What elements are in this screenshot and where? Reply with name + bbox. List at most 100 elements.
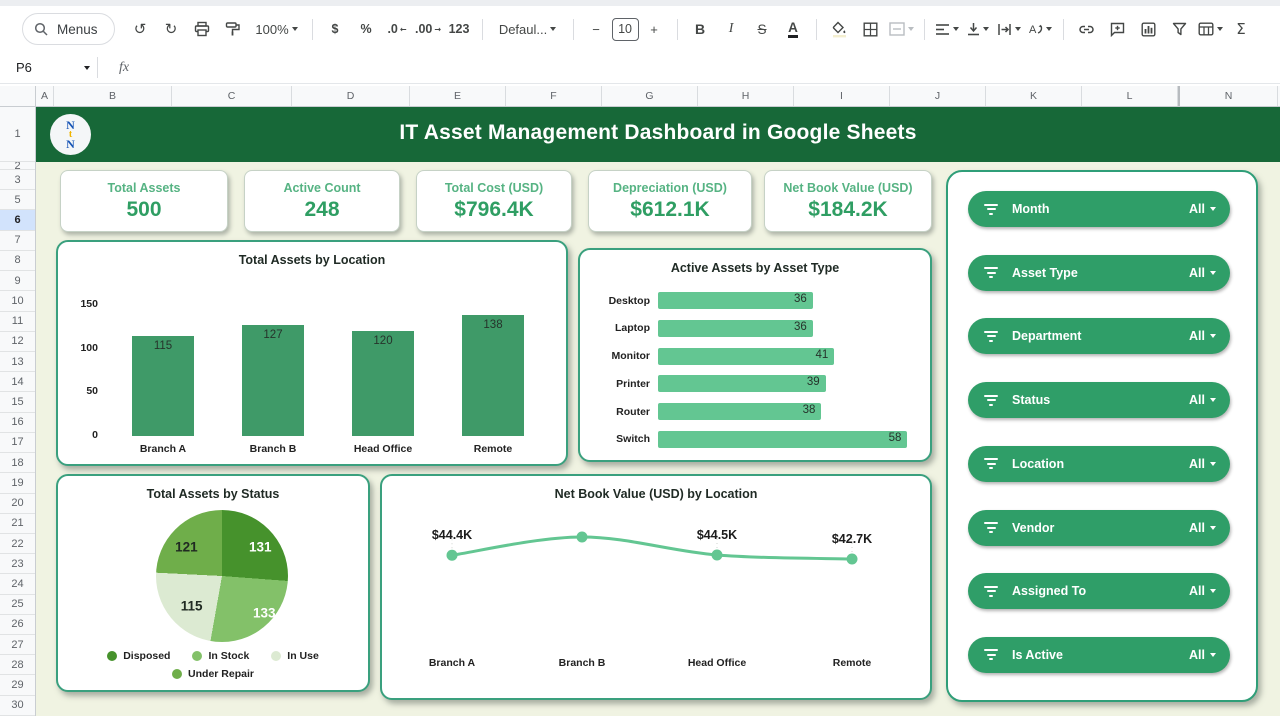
slicer-month[interactable]: MonthAll: [968, 191, 1230, 227]
column-header-a[interactable]: A: [36, 86, 54, 106]
merge-cells-button[interactable]: [886, 15, 917, 43]
slicer-value-dropdown[interactable]: All: [1189, 521, 1216, 535]
row-header-13[interactable]: 13: [0, 352, 35, 372]
slicer-location[interactable]: LocationAll: [968, 446, 1230, 482]
row-header-8[interactable]: 8: [0, 251, 35, 271]
row-header-24[interactable]: 24: [0, 574, 35, 594]
row-header-1[interactable]: 1: [0, 107, 35, 162]
font-select[interactable]: Defaul...: [490, 15, 566, 43]
strikethrough-button[interactable]: S: [747, 15, 778, 43]
column-header-f[interactable]: F: [506, 86, 602, 106]
row-header-27[interactable]: 27: [0, 635, 35, 655]
column-header-i[interactable]: I: [794, 86, 890, 106]
increase-decimal-button[interactable]: .00→: [413, 15, 444, 43]
borders-button[interactable]: [855, 15, 886, 43]
text-color-button[interactable]: A: [778, 15, 809, 43]
slicer-assigned-to[interactable]: Assigned ToAll: [968, 573, 1230, 609]
slicer-value-dropdown[interactable]: All: [1189, 202, 1216, 216]
italic-button[interactable]: I: [716, 15, 747, 43]
row-header-28[interactable]: 28: [0, 655, 35, 675]
vertical-align-button[interactable]: [963, 15, 994, 43]
formula-input[interactable]: [129, 52, 1280, 83]
undo-button[interactable]: ↺: [125, 15, 156, 43]
row-header-22[interactable]: 22: [0, 534, 35, 554]
format-percent-button[interactable]: %: [351, 15, 382, 43]
redo-button[interactable]: ↻: [156, 15, 187, 43]
font-size-input[interactable]: 10: [612, 18, 639, 41]
decrease-decimal-button[interactable]: .0←: [382, 15, 413, 43]
row-header-30[interactable]: 30: [0, 696, 35, 716]
row-header-29[interactable]: 29: [0, 675, 35, 695]
column-header-j[interactable]: J: [890, 86, 986, 106]
create-filter-button[interactable]: [1164, 15, 1195, 43]
decrease-font-size-button[interactable]: −: [581, 15, 612, 43]
row-header-26[interactable]: 26: [0, 615, 35, 635]
row-header-25[interactable]: 25: [0, 595, 35, 615]
column-header-n[interactable]: N: [1178, 86, 1278, 106]
bar-slot: 138: [438, 305, 548, 436]
name-box[interactable]: P6: [0, 60, 90, 75]
column-header-c[interactable]: C: [172, 86, 292, 106]
slicer-value-dropdown[interactable]: All: [1189, 584, 1216, 598]
column-header-l[interactable]: L: [1082, 86, 1178, 106]
row-header-12[interactable]: 12: [0, 332, 35, 352]
slicer-status[interactable]: StatusAll: [968, 382, 1230, 418]
row-header-5[interactable]: 5: [0, 190, 35, 210]
row-header-6[interactable]: 6: [0, 210, 35, 230]
increase-font-size-button[interactable]: +: [639, 15, 670, 43]
select-all-corner[interactable]: [0, 86, 36, 106]
slicer-department[interactable]: DepartmentAll: [968, 318, 1230, 354]
bar-laptop: 36: [658, 320, 813, 337]
slicer-vendor[interactable]: VendorAll: [968, 510, 1230, 546]
insert-chart-button[interactable]: [1133, 15, 1164, 43]
format-currency-button[interactable]: $: [320, 15, 351, 43]
slicer-asset-type[interactable]: Asset TypeAll: [968, 255, 1230, 291]
text-wrap-button[interactable]: [994, 15, 1025, 43]
row-header-18[interactable]: 18: [0, 453, 35, 473]
functions-button[interactable]: Σ: [1226, 15, 1257, 43]
column-header-g[interactable]: G: [602, 86, 698, 106]
column-header-b[interactable]: B: [54, 86, 172, 106]
zoom-select[interactable]: 100%: [249, 15, 305, 43]
insert-link-button[interactable]: [1071, 15, 1102, 43]
text-rotation-button[interactable]: A: [1025, 15, 1056, 43]
column-header-k[interactable]: K: [986, 86, 1082, 106]
chart-net-book-value-usd-by-location[interactable]: Net Book Value (USD) by Location$44.4KBr…: [380, 474, 932, 700]
paint-format-button[interactable]: [218, 15, 249, 43]
slicer-value-dropdown[interactable]: All: [1189, 393, 1216, 407]
more-formats-button[interactable]: 123: [444, 15, 475, 43]
print-button[interactable]: [187, 15, 218, 43]
table-views-button[interactable]: [1195, 15, 1226, 43]
row-header-17[interactable]: 17: [0, 433, 35, 453]
slicer-value-dropdown[interactable]: All: [1189, 648, 1216, 662]
row-header-23[interactable]: 23: [0, 554, 35, 574]
chart-active-assets-by-asset-type[interactable]: Active Assets by Asset TypeDesktop36Lapt…: [578, 248, 932, 462]
row-header-21[interactable]: 21: [0, 514, 35, 534]
horizontal-align-button[interactable]: [932, 15, 963, 43]
row-header-10[interactable]: 10: [0, 291, 35, 311]
slicer-value-dropdown[interactable]: All: [1189, 329, 1216, 343]
row-header-20[interactable]: 20: [0, 494, 35, 514]
slicer-value-dropdown[interactable]: All: [1189, 457, 1216, 471]
row-header-14[interactable]: 14: [0, 372, 35, 392]
column-header-d[interactable]: D: [292, 86, 410, 106]
fill-color-button[interactable]: [824, 15, 855, 43]
row-header-19[interactable]: 19: [0, 473, 35, 493]
row-header-9[interactable]: 9: [0, 271, 35, 291]
spreadsheet-canvas[interactable]: N t N IT Asset Management Dashboard in G…: [36, 107, 1280, 716]
column-header-h[interactable]: H: [698, 86, 794, 106]
row-header-2[interactable]: 2: [0, 162, 35, 170]
insert-comment-button[interactable]: [1102, 15, 1133, 43]
menus-search[interactable]: Menus: [22, 13, 115, 45]
chart-total-assets-by-location[interactable]: Total Assets by Location1501005001151271…: [56, 240, 568, 466]
bold-button[interactable]: B: [685, 15, 716, 43]
slicer-value-dropdown[interactable]: All: [1189, 266, 1216, 280]
row-header-15[interactable]: 15: [0, 392, 35, 412]
column-header-e[interactable]: E: [410, 86, 506, 106]
row-header-7[interactable]: 7: [0, 231, 35, 251]
row-header-3[interactable]: 3: [0, 170, 35, 190]
row-header-16[interactable]: 16: [0, 413, 35, 433]
slicer-is-active[interactable]: Is ActiveAll: [968, 637, 1230, 673]
row-header-11[interactable]: 11: [0, 312, 35, 332]
chart-total-assets-by-status[interactable]: Total Assets by Status131133115121Dispos…: [56, 474, 370, 692]
